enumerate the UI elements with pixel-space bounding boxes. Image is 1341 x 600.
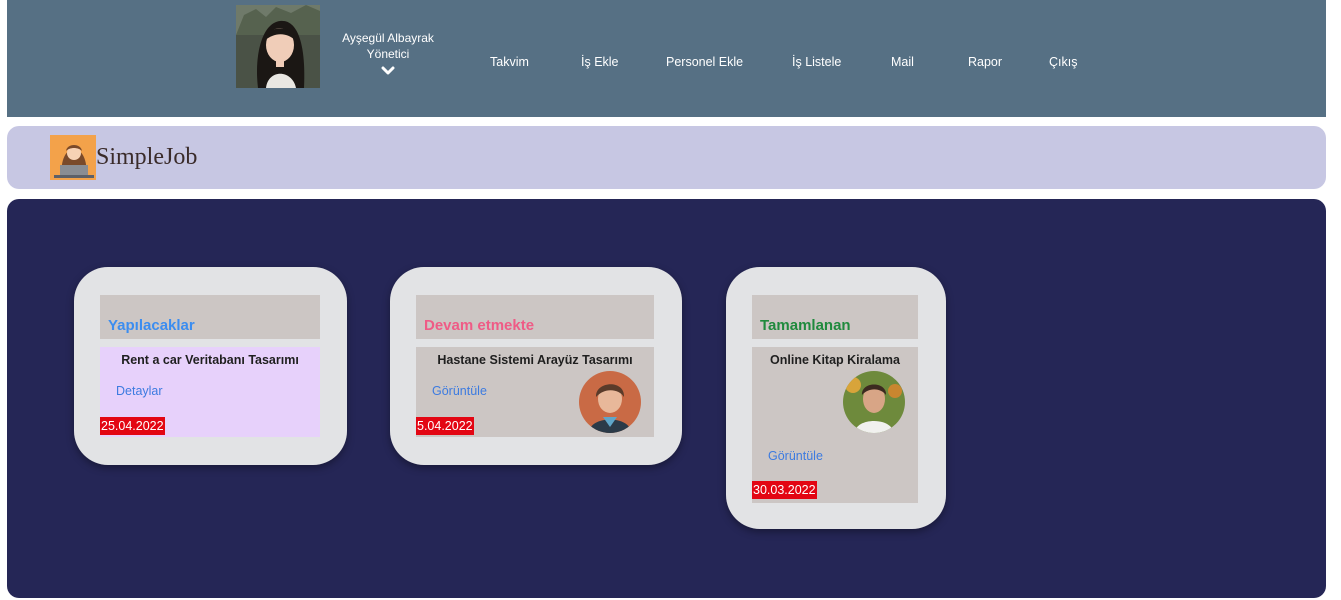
column-done: Tamamlanan Online Kitap Kiralama Görüntü… — [726, 267, 946, 529]
nav-rapor[interactable]: Rapor — [968, 55, 1002, 69]
nav-mail[interactable]: Mail — [891, 55, 914, 69]
column-title: Devam etmekte — [424, 317, 535, 334]
task-title: Online Kitap Kiralama — [770, 353, 900, 367]
task-view-link[interactable]: Görüntüle — [432, 384, 487, 398]
user-avatar[interactable] — [236, 5, 320, 88]
column-in-progress: Devam etmekte Hastane Sistemi Arayüz Tas… — [390, 267, 682, 465]
task-title: Hastane Sistemi Arayüz Tasarımı — [437, 353, 633, 367]
assignee-avatar[interactable] — [579, 371, 641, 433]
assignee-avatar[interactable] — [843, 371, 905, 433]
nav-personel-ekle[interactable]: Personel Ekle — [666, 55, 743, 69]
task-card[interactable]: Hastane Sistemi Arayüz Tasarımı Görüntül… — [416, 347, 654, 437]
user-info: Ayşegül Albayrak Yönetici — [333, 30, 443, 76]
brand-name[interactable]: SimpleJob — [96, 144, 197, 171]
nav-cikis[interactable]: Çıkış — [1049, 55, 1077, 69]
nav-is-ekle[interactable]: İş Ekle — [581, 55, 619, 69]
task-card[interactable]: Rent a car Veritabanı Tasarımı Detaylar … — [100, 347, 320, 437]
task-card[interactable]: Online Kitap Kiralama Görüntüle 30.03.20… — [752, 347, 918, 503]
column-title: Yapılacaklar — [108, 317, 195, 334]
top-navbar: Ayşegül Albayrak Yönetici Takvim İş Ekle… — [7, 0, 1326, 117]
task-due-date: 25.04.2022 — [100, 417, 165, 435]
logo-icon[interactable] — [50, 135, 96, 180]
column-header: Devam etmekte — [416, 295, 654, 339]
column-header: Tamamlanan — [752, 295, 918, 339]
task-view-link[interactable]: Görüntüle — [768, 449, 823, 463]
task-due-date: 5.04.2022 — [416, 417, 474, 435]
column-header: Yapılacaklar — [100, 295, 320, 339]
chevron-down-icon[interactable] — [381, 66, 395, 76]
user-role: Yönetici — [366, 47, 410, 61]
brand-bar: SimpleJob — [7, 126, 1326, 189]
nav-is-listele[interactable]: İş Listele — [792, 55, 841, 69]
column-title: Tamamlanan — [760, 317, 851, 334]
task-details-link[interactable]: Detaylar — [116, 384, 163, 398]
nav-takvim[interactable]: Takvim — [490, 55, 529, 69]
task-title: Rent a car Veritabanı Tasarımı — [121, 353, 299, 367]
column-todo: Yapılacaklar Rent a car Veritabanı Tasar… — [74, 267, 347, 465]
kanban-board: Yapılacaklar Rent a car Veritabanı Tasar… — [7, 199, 1326, 598]
task-due-date: 30.03.2022 — [752, 481, 817, 499]
user-name: Ayşegül Albayrak — [342, 31, 434, 45]
